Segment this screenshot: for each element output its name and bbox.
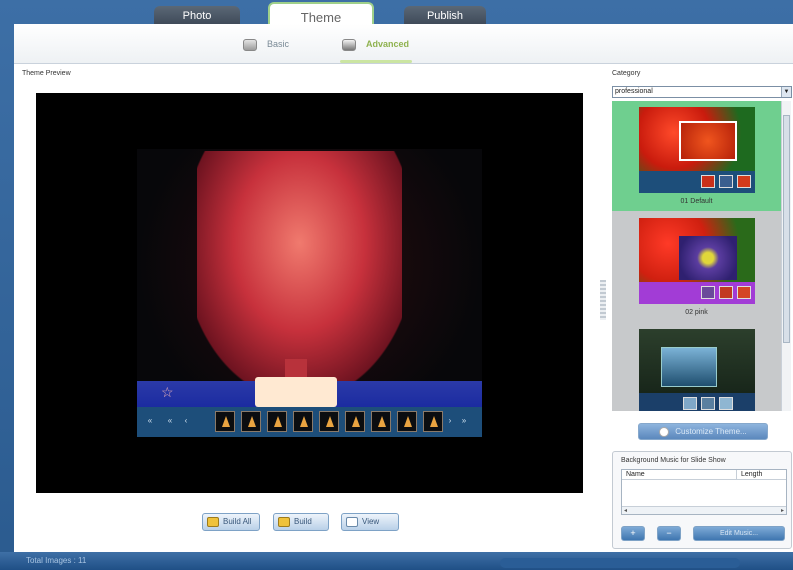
scrollbar-thumb[interactable] xyxy=(783,115,790,343)
filmstrip-thumb[interactable] xyxy=(423,411,443,432)
view-label: View xyxy=(362,517,380,526)
build-button[interactable]: Build xyxy=(273,513,329,531)
category-select[interactable]: professional ▼ xyxy=(612,86,792,98)
filmstrip-thumb[interactable] xyxy=(371,411,391,432)
view-button[interactable]: View xyxy=(341,513,399,531)
category-select-value: professional xyxy=(615,88,653,95)
subtab-basic[interactable]: Basic xyxy=(243,36,289,52)
build-label: Build xyxy=(294,517,312,526)
music-list-header: Name Length xyxy=(622,470,786,480)
theme-mini-thumb xyxy=(701,175,715,188)
tab-publish[interactable]: Publish xyxy=(404,6,486,26)
preview-label: Theme Preview xyxy=(22,70,71,77)
last-icon[interactable]: » xyxy=(459,416,469,426)
scroll-right-icon[interactable]: ▸ xyxy=(781,507,784,515)
filmstrip-thumb[interactable] xyxy=(319,411,339,432)
filmstrip-thumb[interactable] xyxy=(241,411,261,432)
theme-preview: ☆ « « ‹ › » xyxy=(36,93,583,493)
theme-workspace: Basic Advanced Theme Preview ☆ « « ‹ › »… xyxy=(14,24,793,552)
theme-thumbnail xyxy=(639,218,755,304)
column-header-name[interactable]: Name xyxy=(626,470,645,480)
filmstrip-thumb[interactable] xyxy=(345,411,365,432)
theme-list-scrollbar[interactable] xyxy=(781,101,791,411)
theme-name: 02 pink xyxy=(685,309,708,316)
theme-thumbnail-bar xyxy=(639,171,755,193)
next-icon[interactable]: › xyxy=(445,416,455,426)
build-all-icon xyxy=(207,517,219,527)
prev-icon[interactable]: ‹ xyxy=(181,416,191,426)
main-tab-bar: Photo Theme Publish xyxy=(0,0,793,26)
app-window: Photo Theme Publish Basic Advanced Theme… xyxy=(0,0,793,570)
tab-photo[interactable]: Photo xyxy=(154,6,240,26)
subtab-advanced-label: Advanced xyxy=(366,39,410,49)
theme-item-default[interactable]: 01 Default xyxy=(612,101,781,211)
theme-mini-thumb xyxy=(719,286,733,299)
customize-theme-label: Customize Theme... xyxy=(675,427,747,436)
background-music-panel: Background Music for Slide Show Name Len… xyxy=(612,451,792,549)
active-subtab-indicator xyxy=(340,60,412,63)
filmstrip-thumb[interactable] xyxy=(267,411,287,432)
theme-thumbnail-bar xyxy=(639,393,755,411)
advanced-icon xyxy=(342,38,356,51)
filmstrip-thumb[interactable] xyxy=(293,411,313,432)
remove-music-button[interactable]: − xyxy=(657,526,681,541)
column-header-length[interactable]: Length xyxy=(736,470,786,480)
view-icon xyxy=(346,517,358,527)
customize-icon xyxy=(659,426,670,437)
theme-mini-thumb xyxy=(737,175,751,188)
slideshow-stage: ☆ « « ‹ › » xyxy=(137,149,482,437)
status-bar-decoration xyxy=(500,558,740,568)
customize-theme-button[interactable]: Customize Theme... xyxy=(638,423,768,440)
filmstrip-thumb[interactable] xyxy=(397,411,417,432)
filmstrip: « « ‹ › » xyxy=(137,407,482,437)
theme-thumbnail-frame xyxy=(679,121,737,161)
sub-tab-bar: Basic Advanced xyxy=(14,24,793,64)
first-icon[interactable]: « xyxy=(145,416,155,426)
category-label: Category xyxy=(612,70,641,77)
theme-mini-thumb xyxy=(719,175,733,188)
theme-item-pink[interactable]: 02 pink xyxy=(612,212,781,322)
subtab-advanced[interactable]: Advanced xyxy=(342,36,409,52)
edit-music-button[interactable]: Edit Music... xyxy=(693,526,785,541)
subtab-basic-label: Basic xyxy=(267,39,290,49)
theme-list: 01 Default 02 pink xyxy=(612,101,781,411)
add-music-button[interactable]: + xyxy=(621,526,645,541)
music-list-scrollbar[interactable]: ◂ ▸ xyxy=(622,506,786,514)
rewind-icon[interactable]: « xyxy=(165,416,175,426)
theme-mini-thumb xyxy=(701,397,715,410)
theme-mini-thumb xyxy=(737,286,751,299)
theme-thumbnail-frame xyxy=(661,347,717,387)
chevron-down-icon[interactable]: ▼ xyxy=(781,87,791,97)
theme-mini-thumb xyxy=(683,397,697,410)
theme-thumbnail xyxy=(639,107,755,193)
theme-thumbnail-frame xyxy=(679,236,737,280)
status-text: Total Images : 11 xyxy=(26,556,87,565)
preview-photo xyxy=(197,151,402,381)
panel-splitter[interactable] xyxy=(600,280,606,320)
music-panel-title: Background Music for Slide Show xyxy=(621,457,726,464)
music-list[interactable]: Name Length ◂ ▸ xyxy=(621,469,787,515)
filmstrip-thumb[interactable] xyxy=(215,411,235,432)
basic-icon xyxy=(243,38,257,51)
theme-name: 01 Default xyxy=(680,198,713,205)
star-decoration-icon: ☆ xyxy=(161,384,174,400)
preview-photo-light xyxy=(255,377,337,407)
scroll-left-icon[interactable]: ◂ xyxy=(624,507,627,515)
build-all-button[interactable]: Build All xyxy=(202,513,260,531)
theme-mini-thumb xyxy=(701,286,715,299)
build-all-label: Build All xyxy=(223,517,252,526)
theme-thumbnail-bar xyxy=(639,282,755,304)
theme-thumbnail xyxy=(639,329,755,411)
theme-mini-thumb xyxy=(719,397,733,410)
theme-item-third[interactable] xyxy=(612,323,781,411)
tab-theme[interactable]: Theme xyxy=(268,2,374,26)
build-icon xyxy=(278,517,290,527)
